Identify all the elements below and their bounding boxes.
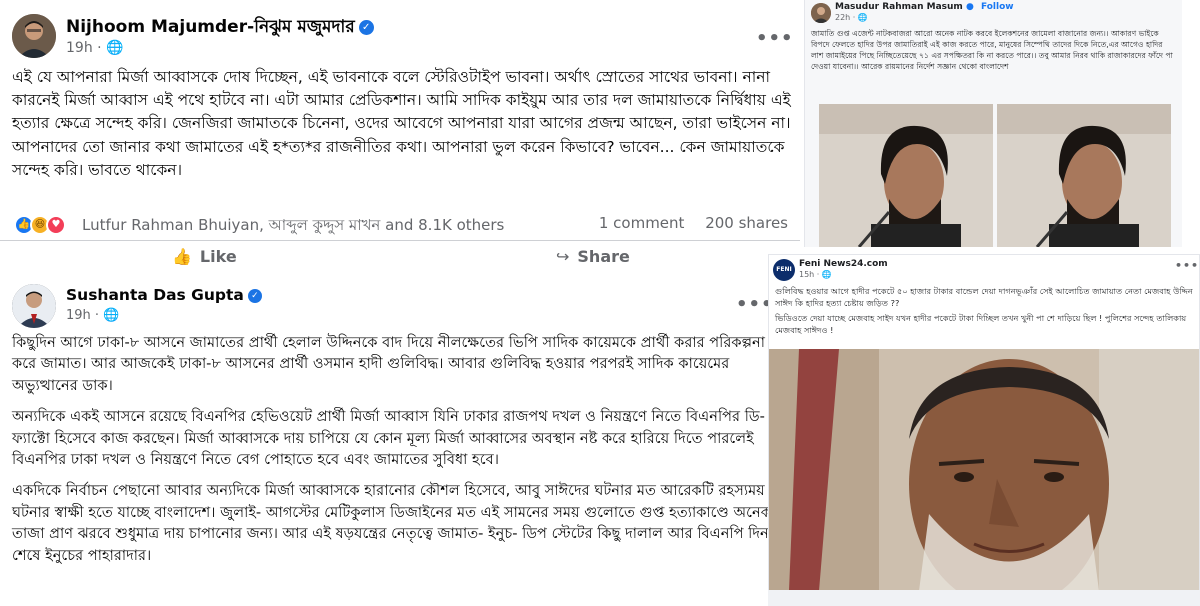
man-portrait-photo	[997, 104, 1171, 247]
like-label: Like	[199, 247, 237, 266]
author-name-text[interactable]: Sushanta Das Gupta	[66, 286, 244, 304]
avatar-portrait-icon	[12, 14, 56, 58]
post-body: এই যে আপনারা মির্জা আব্বাসকে দোষ দিচ্ছেন…	[12, 66, 792, 182]
post-time[interactable]: 19h	[66, 40, 93, 56]
post-paragraph: কিছুদিন আগে ঢাকা-৮ আসনে জামাতের প্রার্থী…	[12, 334, 765, 394]
globe-icon: 🌐	[857, 13, 868, 22]
more-options-icon[interactable]: •••	[756, 28, 794, 49]
post-paragraph: অন্যদিকে একই আসনে রয়েছে বিএনপির হেভিওয়…	[12, 408, 765, 469]
author-name[interactable]: Nijhoom Majumder-নিঝুম মজুমদার ✓	[66, 14, 374, 42]
verified-badge-icon: ✓	[358, 19, 374, 35]
thumbs-up-icon: 👍	[172, 247, 192, 266]
reactions-row: 👍 😆 ♥ Lutfur Rahman Bhuiyan, আব্দুল কুদ্…	[12, 214, 792, 236]
avatar-portrait-icon	[12, 284, 56, 328]
like-button[interactable]: 👍 Like	[172, 247, 237, 266]
author-name[interactable]: Feni News24.com	[799, 259, 888, 269]
verified-badge-icon: ✓	[247, 288, 262, 303]
post-body: কিছুদিন আগে ঢাকা-৮ আসনে জামাতের প্রার্থী…	[12, 332, 782, 566]
page-logo[interactable]: FENI	[773, 259, 795, 281]
post-paragraph: ভিডিওতে দেয়া যাচ্ছে মেজবাহ সাইদ যখন হাদ…	[775, 313, 1187, 335]
globe-icon: 🌐	[821, 270, 832, 279]
author-avatar[interactable]	[12, 284, 56, 328]
post-time[interactable]: 19h	[66, 308, 91, 323]
post-feni-news-screenshot: FENI Feni News24.com 15h · 🌐 ••• গুলিবিদ…	[768, 254, 1200, 591]
post-actions: 👍 Like ↪ Share	[0, 240, 800, 272]
page-logo-text: FENI	[776, 266, 792, 273]
engagement-stats: 1 comment 200 shares	[583, 214, 788, 232]
post-photo[interactable]	[997, 104, 1171, 247]
post-time[interactable]: 15h	[799, 270, 814, 279]
comments-count[interactable]: 1 comment	[599, 214, 685, 232]
reactions-summary[interactable]: Lutfur Rahman Bhuiyan, আব্দুল কুদ্দুস মা…	[82, 214, 504, 239]
follow-button[interactable]: Follow	[981, 2, 1014, 12]
author-name[interactable]: Sushanta Das Gupta ✓	[66, 286, 262, 304]
post-body-text: জামাতি গুপ্ত এজেন্ট নাটকবাজরা আরো অনেক ন…	[811, 29, 1173, 71]
post-meta: 22h · 🌐	[835, 13, 868, 22]
love-reaction-icon: ♥	[46, 215, 66, 235]
author-avatar[interactable]	[12, 14, 56, 58]
post-paragraph: গুলিবিদ্ধ হওয়ার আগে হাদীর পকেটে ৫০ হাজা…	[775, 286, 1193, 308]
page-background-strip	[768, 590, 1200, 606]
post-photo[interactable]	[819, 104, 993, 247]
post-paragraph: একদিকে নির্বাচন পেছানো আবার অন্যদিকে মির…	[12, 482, 771, 564]
post-body: জামাতি গুপ্ত এজেন্ট নাটকবাজরা আরো অনেক ন…	[811, 28, 1177, 72]
post-nijhoom: Nijhoom Majumder-নিঝুম মজুমদার ✓ 19h · 🌐 …	[0, 0, 800, 272]
share-button[interactable]: ↪ Share	[556, 247, 630, 266]
post-masud-screenshot: Masudur Rahman Masum ● Follow 22h · 🌐 জা…	[804, 0, 1182, 247]
verified-badge-icon: ●	[965, 2, 974, 12]
more-options-icon[interactable]: •••	[1175, 259, 1199, 272]
share-arrow-icon: ↪	[556, 247, 570, 266]
shares-count[interactable]: 200 shares	[705, 214, 788, 232]
post-body: গুলিবিদ্ধ হওয়ার আগে হাদীর পকেটে ৫০ হাজা…	[775, 285, 1195, 336]
post-photo[interactable]	[769, 349, 1199, 591]
author-name-text[interactable]: Nijhoom Majumder-নিঝুম মজুমদার	[66, 17, 355, 37]
post-meta: 15h · 🌐	[799, 270, 832, 279]
globe-icon: 🌐	[103, 308, 120, 323]
post-time[interactable]: 22h	[835, 13, 850, 22]
reaction-icons[interactable]: 👍 😆 ♥	[14, 215, 80, 235]
post-body-text: এই যে আপনারা মির্জা আব্বাসকে দোষ দিচ্ছেন…	[12, 68, 791, 179]
post-meta: 19h · 🌐	[66, 40, 124, 56]
photo-pair	[819, 104, 1171, 247]
share-label: Share	[577, 247, 630, 266]
author-name-text[interactable]: Masudur Rahman Masum	[835, 2, 963, 12]
post-meta: 19h · 🌐	[66, 308, 120, 323]
author-avatar[interactable]	[811, 3, 831, 23]
man-portrait-photo	[819, 104, 993, 247]
man-closeup-photo	[769, 349, 1199, 591]
author-name[interactable]: Masudur Rahman Masum ● Follow	[835, 2, 1014, 12]
globe-icon: 🌐	[106, 40, 124, 56]
post-sushanta: Sushanta Das Gupta ✓ 19h · 🌐 ••• কিছুদিন …	[0, 276, 800, 606]
avatar-portrait-icon	[811, 3, 831, 23]
